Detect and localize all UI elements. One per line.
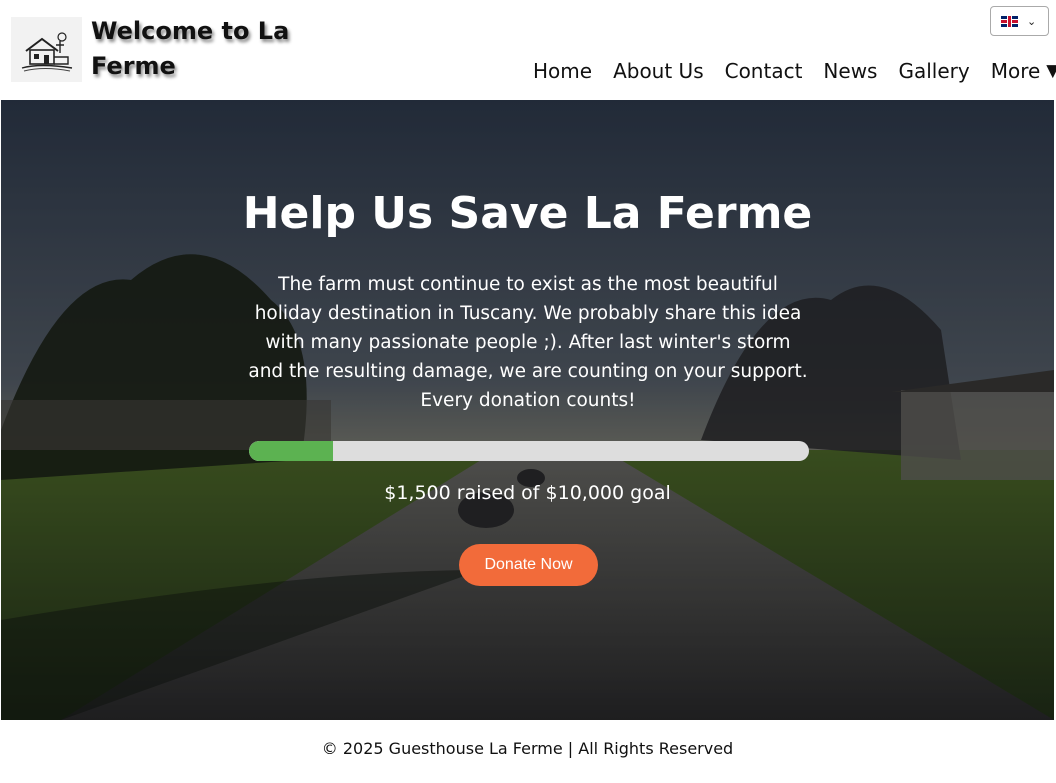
- nav-about-us[interactable]: About Us: [613, 58, 704, 84]
- nav-home[interactable]: Home: [533, 58, 592, 84]
- main-nav: Home About Us Contact News Gallery More …: [533, 58, 1056, 84]
- copyright-text: © 2025 Guesthouse La Ferme | All Rights …: [321, 739, 734, 758]
- page: Welcome to La Ferme ⌄ Home About Us Cont…: [1, 0, 1056, 781]
- triangle-down-icon: ▼: [1046, 61, 1056, 81]
- nav-news[interactable]: News: [823, 58, 877, 84]
- hero-description: The farm must continue to exist as the m…: [248, 274, 808, 411]
- hero-section: Help Us Save La Ferme The farm must cont…: [1, 100, 1054, 720]
- farm-logo[interactable]: [11, 17, 82, 82]
- donate-now-button[interactable]: Donate Now: [459, 544, 598, 586]
- donation-progress-fill: [249, 441, 333, 461]
- donation-progress-bar: [249, 441, 809, 461]
- hero-title: Help Us Save La Ferme: [242, 188, 813, 239]
- language-select[interactable]: ⌄: [990, 6, 1049, 36]
- farmhouse-logo-icon: [21, 31, 72, 71]
- nav-more-label: More: [990, 59, 1041, 83]
- raised-amount-text: $1,500 raised of $10,000 goal: [384, 482, 671, 504]
- nav-gallery[interactable]: Gallery: [898, 58, 969, 84]
- site-title: Welcome to La Ferme: [91, 17, 290, 80]
- nav-more-dropdown[interactable]: More ▼: [991, 58, 1056, 84]
- uk-flag-icon: [1001, 15, 1018, 27]
- site-header: Welcome to La Ferme ⌄ Home About Us Cont…: [1, 0, 1056, 100]
- site-footer: © 2025 Guesthouse La Ferme | All Rights …: [1, 720, 1054, 781]
- nav-contact[interactable]: Contact: [725, 58, 803, 84]
- chevron-down-icon: ⌄: [1027, 14, 1037, 28]
